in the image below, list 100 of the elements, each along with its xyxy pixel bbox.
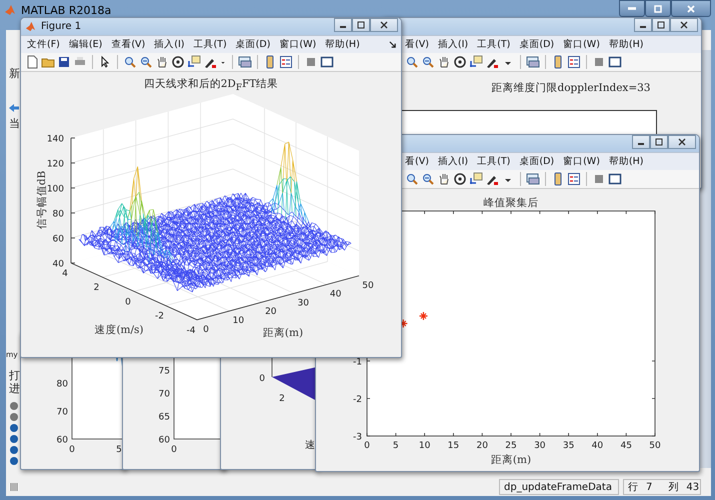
window-title: MATLAB R2018a <box>21 4 112 16</box>
menu-item[interactable]: 帮助(H) <box>608 155 644 168</box>
tick-label: 40 <box>52 260 64 270</box>
maximize-button[interactable] <box>352 18 370 32</box>
tick-label: -3 <box>353 432 362 442</box>
tick-label: 70 <box>158 390 170 400</box>
menu-item[interactable]: 工具(T) <box>193 38 227 51</box>
tick-label: 4 <box>62 269 68 279</box>
tick-label: 60 <box>158 436 170 446</box>
close-icon <box>680 21 688 29</box>
tick-label: -2 <box>155 312 164 322</box>
menu-item[interactable]: 桌面(D) <box>519 38 554 51</box>
axis-label: 距离(m) <box>490 454 532 466</box>
legend-icon[interactable] <box>279 55 293 69</box>
frame-icon[interactable] <box>608 55 622 69</box>
tick-label: 65 <box>158 412 170 422</box>
legend-icon[interactable] <box>567 172 581 186</box>
maximize-icon <box>357 21 365 29</box>
menu-item[interactable]: 桌面(D) <box>236 38 270 51</box>
tick-label: 75 <box>158 366 170 376</box>
status-message: dp_updateFrameData <box>499 479 619 495</box>
column-number: 43 <box>686 482 700 492</box>
close-icon <box>380 21 388 29</box>
frame-icon[interactable] <box>320 55 334 69</box>
axis-label: 速 <box>305 440 315 451</box>
maximize-icon <box>655 138 663 146</box>
menu-item[interactable]: 文件(F) <box>27 38 60 51</box>
surface-patch <box>272 367 317 401</box>
window-title: Figure 1 <box>41 21 82 32</box>
menu-item[interactable]: 工具(T) <box>477 38 510 51</box>
maximize-button[interactable] <box>652 18 670 32</box>
linked-windows-icon[interactable] <box>238 55 252 69</box>
menu-item[interactable]: 插入(I) <box>438 38 468 51</box>
menu-item[interactable]: 工具(T) <box>477 155 510 168</box>
tick-label: 5 <box>392 441 399 451</box>
tick-label: 2 <box>279 394 285 404</box>
minimize-button[interactable] <box>334 18 352 32</box>
minimize-button[interactable] <box>632 135 650 149</box>
tick-label: 0 <box>125 297 131 308</box>
tick-label: 40 <box>592 441 604 451</box>
menu-item[interactable]: 插入(I) <box>438 155 468 168</box>
tick-label: 0 <box>259 374 265 384</box>
legend-icon[interactable] <box>567 55 581 69</box>
dock-arrow-icon[interactable] <box>389 41 396 48</box>
tick-label: 100 <box>46 184 64 194</box>
minimize-button[interactable] <box>634 18 652 32</box>
tick-label: 80 <box>56 380 68 390</box>
row-label: 行 <box>628 481 638 494</box>
linked-windows-icon[interactable] <box>526 55 540 69</box>
maximize-button[interactable] <box>650 135 668 149</box>
tick-label: 30 <box>297 298 309 308</box>
tick-label: 60 <box>56 436 68 446</box>
menu-item[interactable]: 窗口(W) <box>563 155 600 168</box>
function-list-icon <box>9 400 19 468</box>
tick-label: 20 <box>265 307 277 318</box>
new-file-icon[interactable] <box>25 55 39 69</box>
tick-label: 15 <box>448 441 460 451</box>
minimize-button[interactable] <box>619 0 645 17</box>
tick-label: -2 <box>353 395 362 405</box>
tick-label: 20 <box>476 441 488 451</box>
save-icon[interactable] <box>57 55 71 69</box>
tick-label: 0 <box>69 445 75 455</box>
menu-item[interactable]: 插入(I) <box>154 38 184 51</box>
menu-item[interactable]: 帮助(H) <box>325 38 360 51</box>
grip-icon <box>10 483 20 491</box>
close-button[interactable] <box>370 18 398 32</box>
tick-label: 40 <box>330 290 342 300</box>
close-button[interactable] <box>670 18 698 32</box>
linked-windows-icon[interactable] <box>526 172 540 186</box>
tick-label: 45 <box>620 441 632 451</box>
menu-item[interactable]: 看(V) <box>405 38 429 51</box>
menu-item[interactable]: 编辑(E) <box>68 38 102 51</box>
menu-item[interactable]: 查看(V) <box>111 38 146 51</box>
tick-label: 0 <box>364 441 370 451</box>
tick-label: 25 <box>505 441 517 451</box>
toolstrip-label: 新 <box>9 66 20 81</box>
matlab-logo-icon <box>25 21 36 32</box>
close-icon <box>678 138 686 146</box>
tick-label: 50 <box>362 280 374 291</box>
tick-label: -4 <box>186 326 196 336</box>
tick-label: 50 <box>649 441 661 451</box>
close-button[interactable] <box>668 135 696 149</box>
tick-label: 0 <box>171 445 177 455</box>
axis-label: 信号幅值dB <box>36 170 48 230</box>
menu-item[interactable]: 帮助(H) <box>608 38 644 51</box>
tick-label: 140 <box>46 134 64 144</box>
menu-item[interactable]: 窗口(W) <box>563 38 600 51</box>
menu-item[interactable]: 窗口(W) <box>279 38 316 51</box>
axis-label: 速度(m/s) <box>94 324 144 336</box>
tick-label: 10 <box>418 441 430 451</box>
frame-icon[interactable] <box>608 172 622 186</box>
menu-item[interactable]: 桌面(D) <box>519 155 554 168</box>
close-button[interactable] <box>671 0 711 17</box>
maximize-button[interactable] <box>645 0 671 17</box>
menu-item[interactable]: 看(V) <box>405 155 429 168</box>
back-arrow-icon[interactable] <box>8 103 20 113</box>
column-label: 列 <box>668 481 678 494</box>
close-icon <box>686 4 696 14</box>
tick-label: 70 <box>56 408 68 418</box>
tick-label: 120 <box>46 160 64 170</box>
